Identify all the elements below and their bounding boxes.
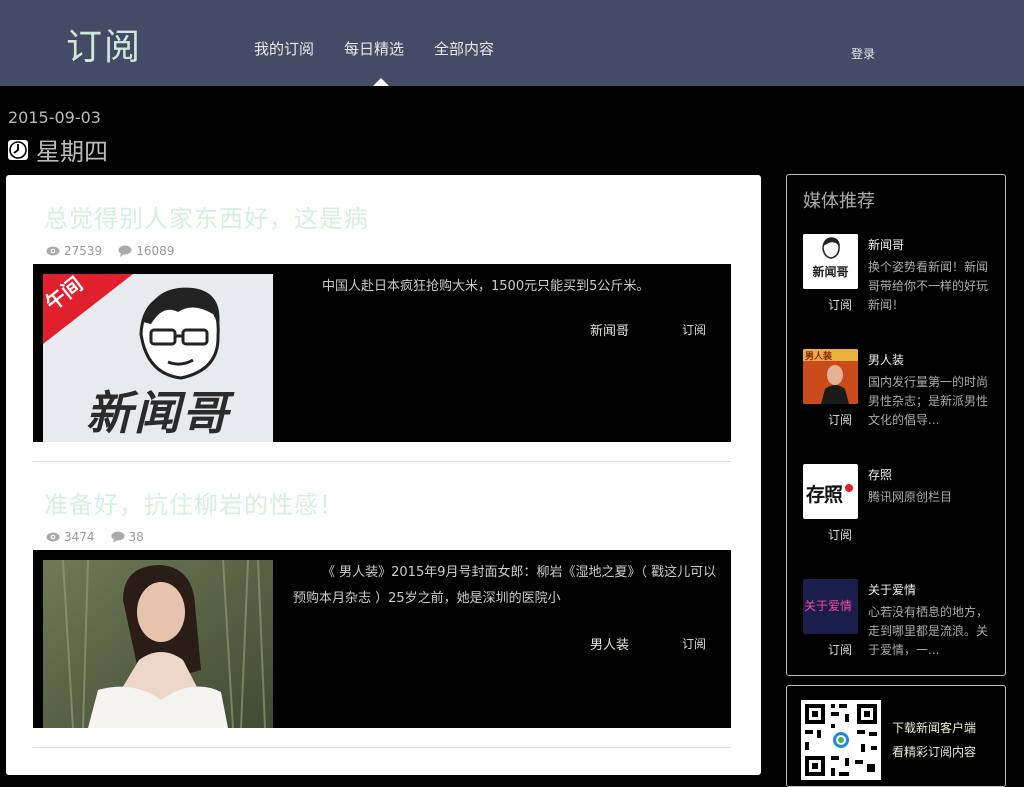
media-name[interactable]: 关于爱情 [868, 581, 916, 598]
article-excerpt: 中国人赴日本疯狂抢购大米，1500元只能买到5公斤米。 [322, 279, 650, 294]
media-subscribe-button[interactable]: 订阅 [803, 411, 877, 428]
weekday-label: 星期四 [8, 132, 108, 167]
weekday-text: 星期四 [36, 138, 108, 166]
media-logo-text: 新闻哥 [812, 265, 849, 279]
active-nav-indicator [373, 78, 389, 86]
download-line-2[interactable]: 看精彩订阅内容 [892, 740, 976, 764]
article-thumbnail[interactable] [43, 560, 273, 728]
clock-icon [8, 139, 28, 160]
media-subscribe-button[interactable]: 订阅 [803, 296, 877, 313]
media-logo[interactable]: 男人装 [803, 349, 858, 404]
article-item: 总觉得别人家东西好，这是病 27539 16089 [33, 199, 731, 258]
sidebar-title: 媒体推荐 [803, 191, 875, 212]
comment-count: 16089 [118, 244, 174, 258]
qr-code[interactable] [801, 700, 881, 780]
media-description: 换个姿势看新闻！新闻哥带给你不一样的好玩新闻！ [868, 260, 989, 312]
article-excerpt: 《 男人装》2015年9月号封面女郎：柳岩《湿地之夏》（ 戳这儿可以预购本月杂志… [293, 565, 717, 606]
article-source[interactable]: 男人装 [590, 634, 629, 653]
divider [33, 461, 731, 462]
article-title[interactable]: 准备好，抗住柳岩的性感！ [44, 485, 731, 520]
subscribe-button[interactable]: 订阅 [682, 635, 706, 652]
article-card[interactable]: 午间 新闻哥 中国人赴日本疯狂抢购大米，1500元只能买到5公斤米。 新闻哥 订… [33, 264, 731, 442]
article-card[interactable]: 《 男人装》2015年9月号封面女郎：柳岩《湿地之夏》（ 戳这儿可以预购本月杂志… [33, 550, 731, 728]
nav-my-subscriptions[interactable]: 我的订阅 [254, 38, 314, 59]
article-title[interactable]: 总觉得别人家东西好，这是病 [44, 199, 731, 234]
media-item: 新闻哥 订阅 新闻哥 换个姿势看新闻！新闻哥带给你不一样的好玩新闻！ [803, 234, 993, 324]
article-stats: 3474 38 [46, 530, 731, 544]
media-item: 关于爱情 订阅 关于爱情 心若没有栖息的地方，走到哪里都是流浪。关于爱情，一..… [803, 579, 993, 669]
comment-count: 38 [111, 530, 144, 544]
media-logo[interactable]: 存照 [803, 464, 858, 519]
download-line-1[interactable]: 下载新闻客户端 [892, 716, 976, 740]
media-logo[interactable]: 关于爱情 [803, 579, 858, 634]
media-description: 心若没有栖息的地方，走到哪里都是流浪。关于爱情，一... [868, 605, 989, 657]
header: 订阅 我的订阅 每日精选 全部内容 登录 [0, 0, 1024, 86]
media-description: 腾讯网原创栏目 [868, 490, 953, 504]
media-logo-text: 男人装 [805, 352, 833, 362]
nav-daily-picks[interactable]: 每日精选 [344, 38, 404, 59]
article-feed: 总觉得别人家东西好，这是病 27539 16089 午间 新闻哥 中国人赴日本疯… [6, 175, 761, 775]
media-name[interactable]: 男人装 [868, 351, 904, 368]
media-subscribe-button[interactable]: 订阅 [803, 526, 877, 543]
subscribe-button[interactable]: 订阅 [682, 321, 706, 338]
app-download-box: 下载新闻客户端 看精彩订阅内容 [786, 685, 1006, 787]
comment-icon [111, 531, 125, 543]
article-item: 准备好，抗住柳岩的性感！ 3474 38 [33, 485, 731, 544]
media-subscribe-button[interactable]: 订阅 [803, 641, 877, 658]
nav-all-content[interactable]: 全部内容 [434, 38, 494, 59]
current-date: 2015-09-03 [8, 108, 101, 127]
comment-icon [118, 245, 132, 257]
eye-icon [46, 246, 60, 256]
thumbnail-logo-text: 新闻哥 [86, 386, 230, 440]
media-logo[interactable]: 新闻哥 [803, 234, 858, 289]
main-nav: 我的订阅 每日精选 全部内容 [254, 38, 524, 59]
media-description: 国内发行量第一的时尚男性杂志；是新派男性文化的倡导... [868, 375, 989, 427]
media-name[interactable]: 新闻哥 [868, 236, 904, 253]
view-count: 3474 [46, 530, 95, 544]
download-text: 下载新闻客户端 看精彩订阅内容 [892, 716, 976, 764]
media-name[interactable]: 存照 [868, 466, 892, 483]
eye-icon [46, 532, 60, 542]
media-item: 存照 订阅 存照 腾讯网原创栏目 [803, 464, 993, 554]
media-recommendations: 媒体推荐 新闻哥 订阅 新闻哥 换个姿势看新闻！新闻哥带给你不一样的好玩新闻！ … [786, 174, 1006, 676]
site-logo[interactable]: 订阅 [66, 18, 142, 70]
article-thumbnail[interactable]: 午间 新闻哥 [43, 274, 273, 442]
login-link[interactable]: 登录 [851, 45, 875, 62]
article-source[interactable]: 新闻哥 [590, 320, 629, 339]
media-logo-text: 关于爱情 [804, 599, 853, 613]
view-count: 27539 [46, 244, 102, 258]
article-stats: 27539 16089 [46, 244, 731, 258]
divider [33, 747, 731, 748]
media-item: 男人装 订阅 男人装 国内发行量第一的时尚男性杂志；是新派男性文化的倡导... [803, 349, 993, 439]
